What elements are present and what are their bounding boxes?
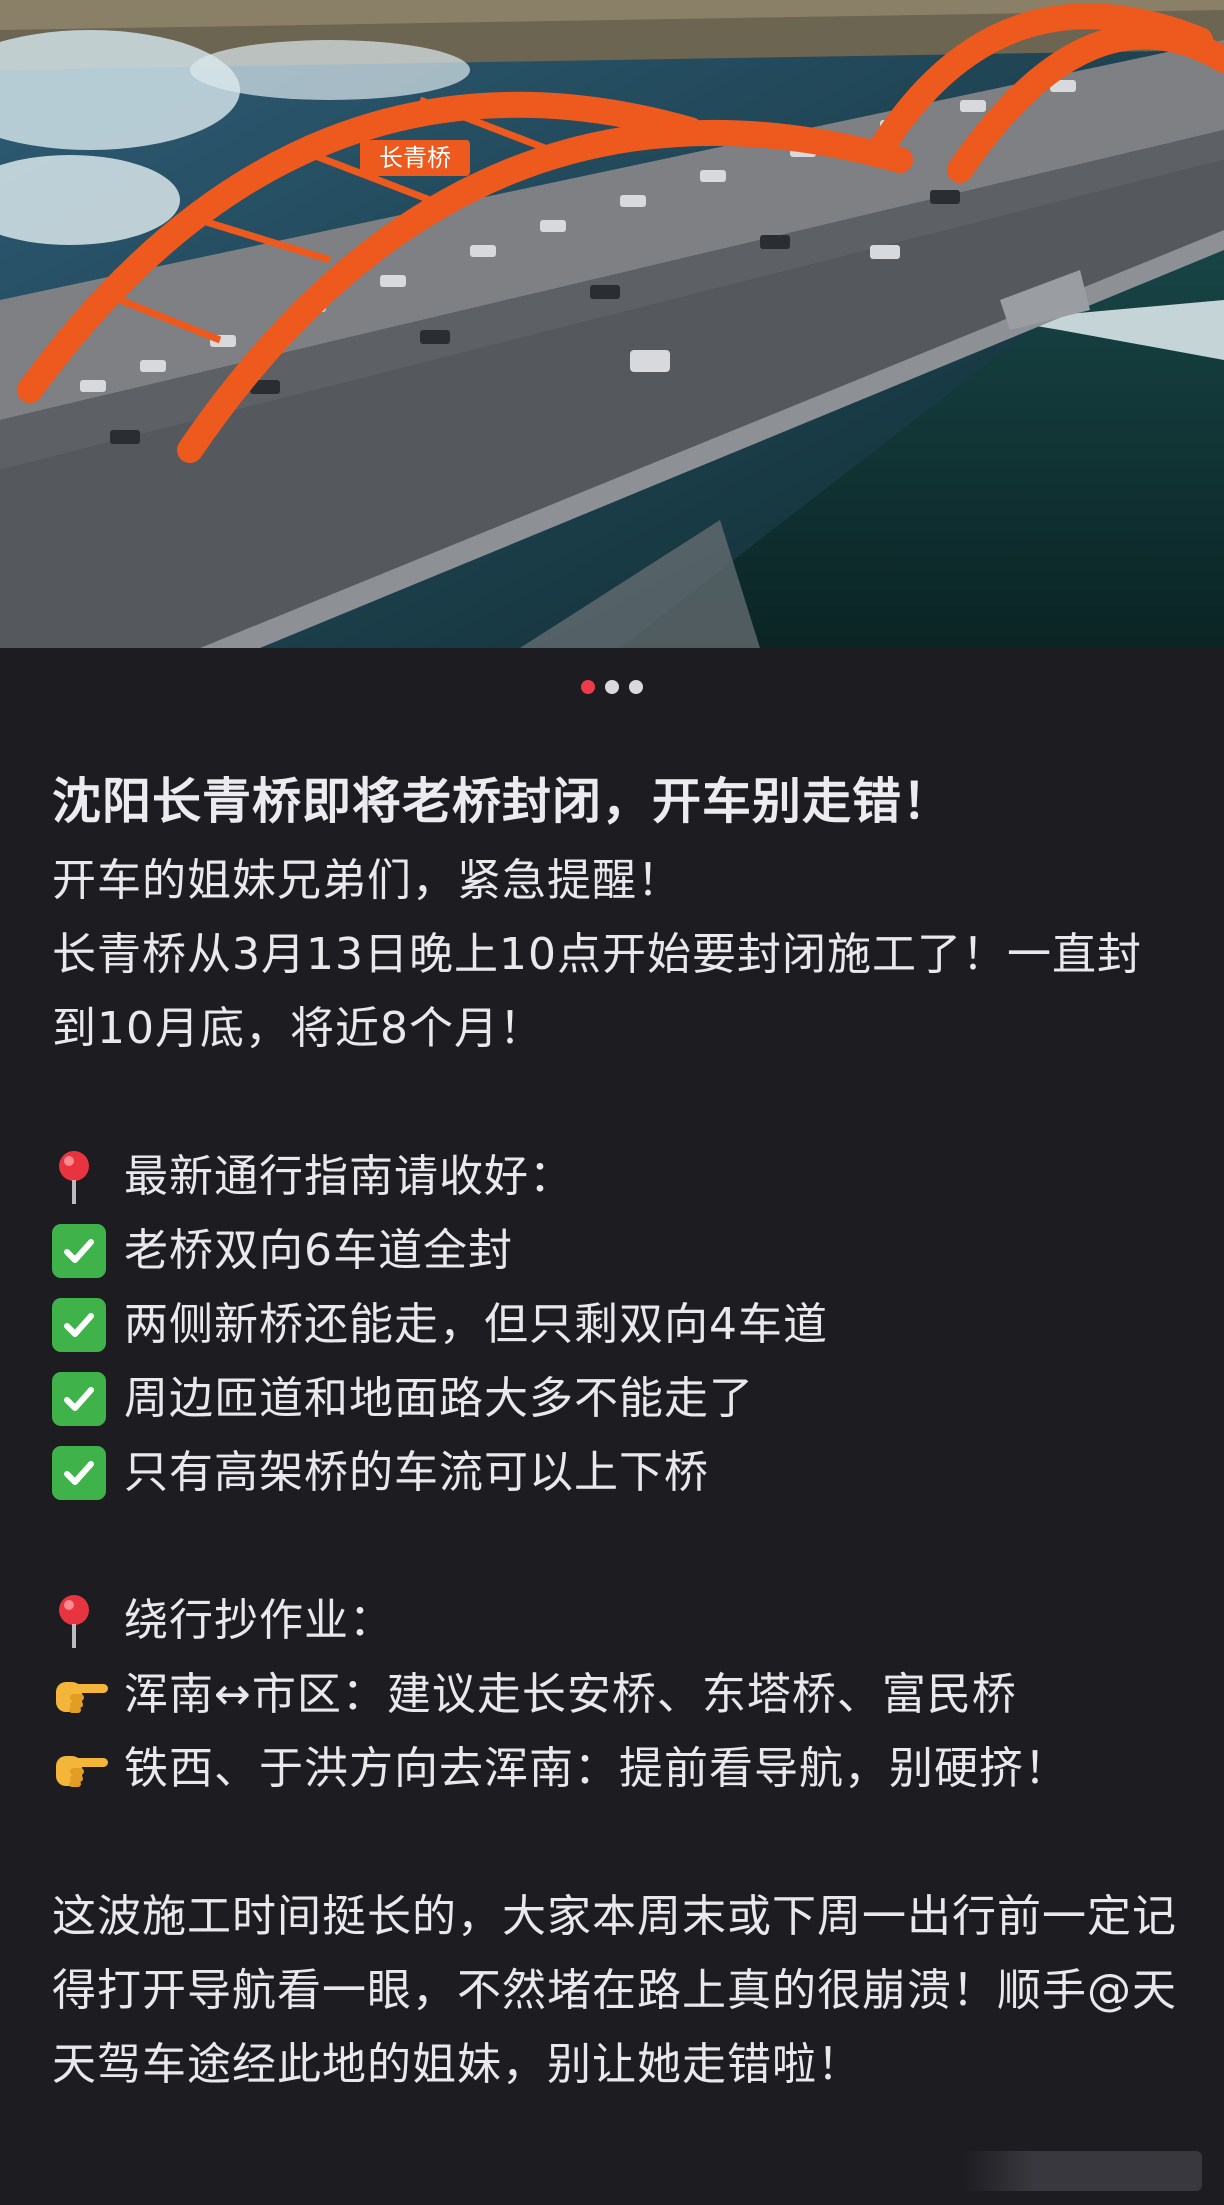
guide-item: 老桥双向6车道全封: [52, 1214, 1182, 1288]
check-mark-icon: [52, 1298, 106, 1352]
watermark: [962, 2151, 1202, 2191]
guide-heading: 最新通行指南请收好：: [52, 1140, 1182, 1214]
detour-heading-text: 绕行抄作业：: [124, 1595, 394, 1646]
bridge-photo: 长青桥: [0, 0, 1224, 648]
pin-icon: [52, 1584, 124, 1658]
guide-item: 周边匝道和地面路大多不能走了: [52, 1362, 1182, 1436]
detour-item-text: 铁西、于洪方向去浑南：提前看导航，别硬挤！: [124, 1743, 1069, 1794]
post-title: 沈阳长青桥即将老桥封闭，开车别走错！: [52, 773, 953, 830]
carousel-dot-2[interactable]: [605, 680, 619, 694]
detour-heading: 绕行抄作业：: [52, 1584, 1182, 1658]
intro-line-2: 长青桥从3月13日晚上10点开始要封闭施工了！一直封到10月底，将近8个月！: [52, 929, 1142, 1054]
pointing-hand-icon: [52, 1732, 124, 1806]
closing-paragraph: 这波施工时间挺长的，大家本周末或下周一出行前一定记得打开导航看一眼，不然堵在路上…: [52, 1891, 1177, 2090]
pin-icon: [52, 1140, 124, 1214]
guide-item-text: 两侧新桥还能走，但只剩双向4车道: [124, 1299, 828, 1350]
carousel-dot-1[interactable]: [581, 680, 595, 694]
intro-line-1: 开车的姐妹兄弟们，紧急提醒！: [52, 855, 682, 906]
pointing-hand-icon: [52, 1658, 124, 1732]
post-image[interactable]: 长青桥: [0, 0, 1224, 648]
guide-item-text: 只有高架桥的车流可以上下桥: [124, 1447, 709, 1498]
detour-item: 铁西、于洪方向去浑南：提前看导航，别硬挤！: [52, 1732, 1182, 1806]
guide-heading-text: 最新通行指南请收好：: [124, 1151, 574, 1202]
detour-item-text: 浑南↔市区：建议走长安桥、东塔桥、富民桥: [124, 1669, 1017, 1720]
guide-item: 只有高架桥的车流可以上下桥: [52, 1436, 1182, 1510]
carousel-indicator[interactable]: [0, 680, 1224, 694]
detour-item: 浑南↔市区：建议走长安桥、东塔桥、富民桥: [52, 1658, 1182, 1732]
carousel-dot-3[interactable]: [629, 680, 643, 694]
guide-item-text: 周边匝道和地面路大多不能走了: [124, 1373, 754, 1424]
check-mark-icon: [52, 1446, 106, 1500]
check-mark-icon: [52, 1372, 106, 1426]
post-body: 沈阳长青桥即将老桥封闭，开车别走错！ 开车的姐妹兄弟们，紧急提醒！ 长青桥从3月…: [52, 760, 1182, 2102]
guide-item: 两侧新桥还能走，但只剩双向4车道: [52, 1288, 1182, 1362]
guide-item-text: 老桥双向6车道全封: [124, 1225, 513, 1276]
bridge-sign: 长青桥: [379, 144, 451, 172]
check-mark-icon: [52, 1224, 106, 1278]
